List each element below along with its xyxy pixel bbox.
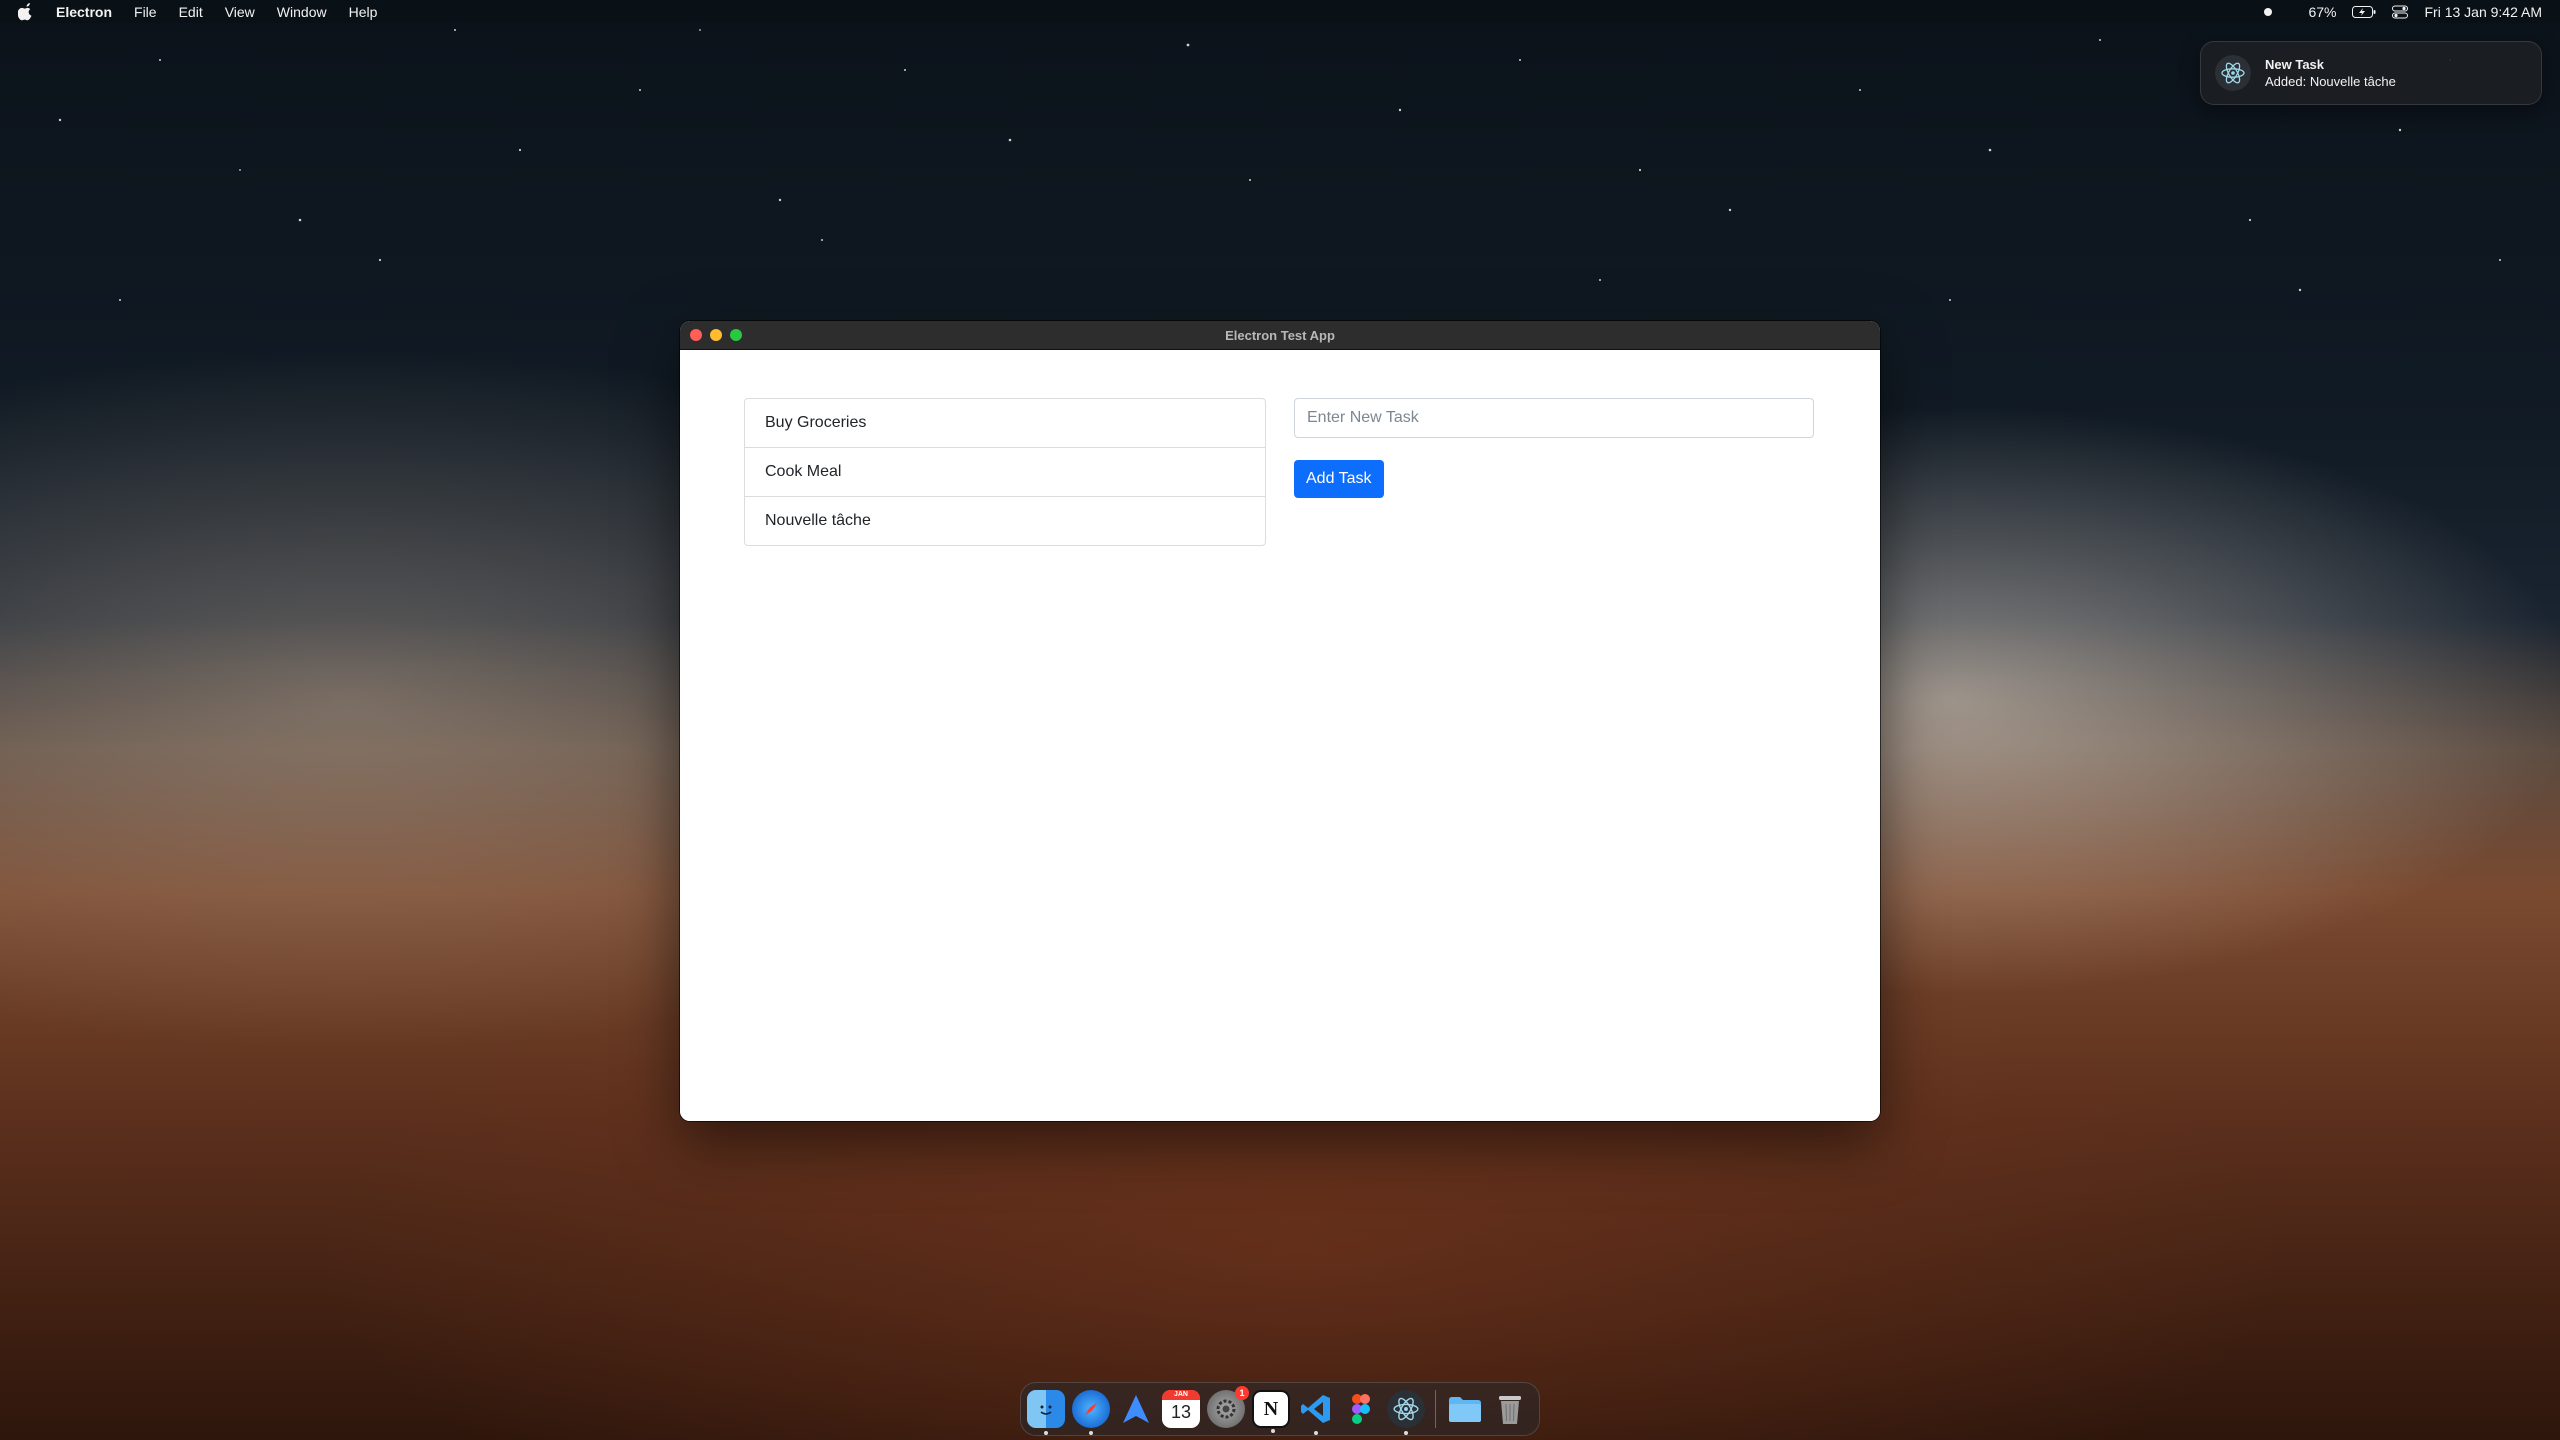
menu-app-name[interactable]: Electron — [56, 4, 112, 20]
notion-icon[interactable]: N — [1252, 1390, 1290, 1433]
notification-badge: 1 — [1235, 1386, 1249, 1400]
system-settings-icon[interactable]: 1 — [1207, 1386, 1249, 1428]
dock: JAN 13 1 N — [1020, 1382, 1540, 1436]
task-list: Buy Groceries Cook Meal Nouvelle tâche — [744, 398, 1266, 546]
notification-banner[interactable]: New Task Added: Nouvelle tâche — [2200, 41, 2542, 105]
new-task-input[interactable] — [1294, 398, 1814, 438]
add-task-button[interactable]: Add Task — [1294, 460, 1384, 498]
vscode-icon[interactable] — [1297, 1390, 1335, 1435]
arrow-app-icon[interactable] — [1117, 1390, 1155, 1428]
notion-letter: N — [1263, 1397, 1279, 1420]
window-content: Buy Groceries Cook Meal Nouvelle tâche A… — [680, 350, 1880, 1121]
electron-icon[interactable] — [1387, 1390, 1425, 1435]
menu-bar: Electron File Edit View Window Help 67% … — [0, 0, 2560, 23]
recording-indicator-icon[interactable] — [2264, 7, 2273, 16]
minimize-button[interactable] — [710, 329, 722, 341]
electron-icon — [2215, 55, 2251, 91]
menu-window[interactable]: Window — [277, 4, 327, 20]
task-item[interactable]: Nouvelle tâche — [745, 497, 1265, 545]
menu-help[interactable]: Help — [349, 4, 378, 20]
figma-icon[interactable] — [1342, 1390, 1380, 1428]
menu-file[interactable]: File — [134, 4, 157, 20]
window-title: Electron Test App — [1225, 327, 1335, 343]
safari-icon[interactable] — [1072, 1390, 1110, 1435]
folder-icon[interactable] — [1446, 1390, 1484, 1428]
dock-separator — [1435, 1390, 1436, 1428]
apple-icon[interactable] — [18, 2, 34, 21]
notification-body: Added: Nouvelle tâche — [2265, 74, 2396, 89]
calendar-month: JAN — [1162, 1390, 1200, 1400]
control-center-icon[interactable] — [2392, 5, 2409, 19]
battery-percent[interactable]: 67% — [2308, 4, 2336, 20]
finder-icon[interactable] — [1027, 1390, 1065, 1435]
calendar-day: 13 — [1170, 1402, 1192, 1422]
close-button[interactable] — [690, 329, 702, 341]
calendar-icon[interactable]: JAN 13 — [1162, 1390, 1200, 1428]
window-titlebar[interactable]: Electron Test App — [680, 321, 1880, 350]
zoom-button[interactable] — [730, 329, 742, 341]
app-window: Electron Test App Buy Groceries Cook Mea… — [680, 321, 1880, 1121]
menu-clock[interactable]: Fri 13 Jan 9:42 AM — [2424, 4, 2542, 20]
desktop: Electron File Edit View Window Help 67% … — [0, 0, 2560, 1440]
battery-charging-icon[interactable] — [2352, 5, 2376, 18]
menu-view[interactable]: View — [225, 4, 255, 20]
menu-edit[interactable]: Edit — [179, 4, 203, 20]
task-item[interactable]: Buy Groceries — [745, 399, 1265, 448]
task-item[interactable]: Cook Meal — [745, 448, 1265, 497]
trash-icon[interactable] — [1491, 1390, 1529, 1428]
notification-title: New Task — [2265, 57, 2325, 72]
